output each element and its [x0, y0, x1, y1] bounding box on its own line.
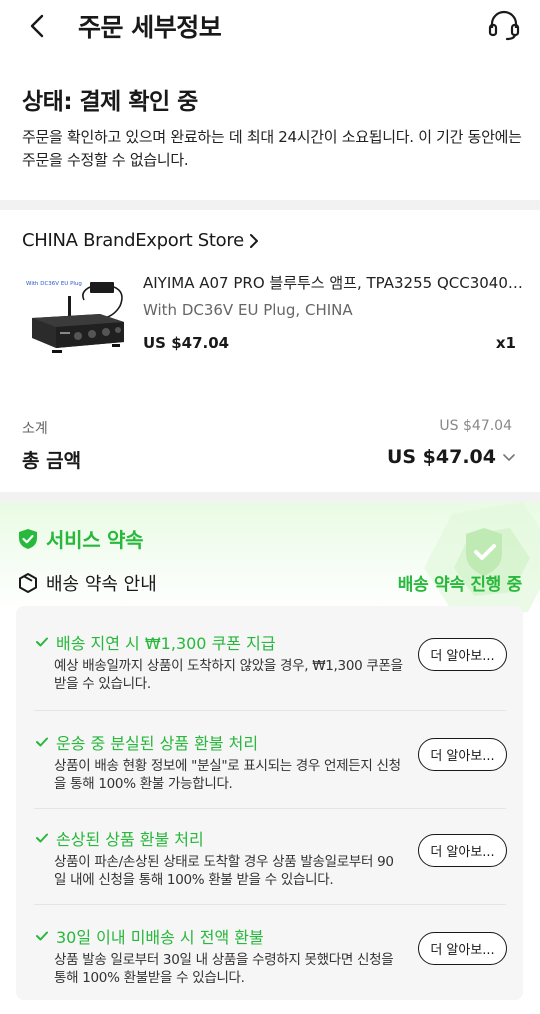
promise-item-description: 상품 발송 일로부터 30일 내 상품을 수령하지 못했다면 신청을 통해 10… [54, 952, 394, 986]
back-arrow-icon[interactable] [26, 12, 50, 40]
learn-more-button[interactable]: 더 알아보... [418, 738, 507, 771]
chevron-down-icon [503, 454, 515, 461]
store-link[interactable]: CHINA BrandExport Store [22, 230, 260, 251]
promise-item-title: 배송 지연 시 ₩1,300 쿠폰 지급 [56, 634, 276, 653]
shipping-promise-title: 배송 약속 안내 [46, 574, 157, 595]
promise-list-card: 배송 지연 시 ₩1,300 쿠폰 지급 예상 배송일까지 상품이 도착하지 않… [16, 606, 523, 1000]
headset-icon[interactable] [487, 8, 521, 42]
top-bar: 주문 세부정보 [0, 0, 540, 52]
thumbnail-caption: With DC36V EU Plug [26, 281, 82, 287]
service-promise-section: 서비스 약속 배송 약속 안내 배송 약속 진행 중 배송 지연 시 ₩1,30… [0, 502, 540, 1014]
service-promise-title: 서비스 약속 [46, 528, 144, 552]
order-status-section: 상태: 결제 확인 중 주문을 확인하고 있으며 완료하는 데 최대 24시간이… [0, 52, 540, 200]
product-variant: With DC36V EU Plug, CHINA [143, 301, 353, 319]
learn-more-button[interactable]: 더 알아보... [418, 932, 507, 965]
box-icon [19, 573, 37, 593]
total-value: US $47.04 [386, 446, 496, 468]
check-icon [36, 637, 48, 647]
learn-more-button[interactable]: 더 알아보... [418, 638, 507, 671]
page-title: 주문 세부정보 [78, 13, 222, 42]
chevron-right-icon [249, 233, 258, 248]
check-icon [36, 931, 48, 941]
subtotal-label: 소계 [22, 421, 48, 437]
product-thumbnail[interactable]: With DC36V EU Plug [22, 272, 130, 368]
status-title: 상태: 결제 확인 중 [22, 89, 198, 115]
store-name: CHINA BrandExport Store [22, 230, 244, 251]
check-icon [36, 833, 48, 843]
check-icon [36, 737, 48, 747]
shipping-promise-header: 배송 약속 안내 [18, 570, 157, 596]
divider [34, 904, 506, 905]
promise-item-description: 상품이 파손/손상된 상태로 도착할 경우 상품 발송일로부터 90일 내에 신… [54, 854, 394, 888]
promise-item-description: 예상 배송일까지 상품이 도착하지 않았을 경우, ₩1,300 쿠폰을 받을 … [54, 658, 403, 692]
product-name[interactable]: AIYIMA A07 PRO 블루투스 앰프, TPA3255 QCC3040 … [143, 272, 523, 293]
promise-item-title: 손상된 상품 환불 처리 [56, 830, 204, 849]
order-section: CHINA BrandExport Store With DC36V EU Pl… [0, 210, 540, 492]
shield-check-icon [19, 528, 37, 549]
learn-more-button[interactable]: 더 알아보... [418, 834, 507, 867]
product-price: US $47.04 [143, 334, 230, 352]
divider [34, 808, 506, 809]
subtotal-value: US $47.04 [439, 418, 512, 434]
promise-item-description: 상품이 배송 현황 정보에 "분실"로 표시되는 경우 언제든지 신청을 통해 … [54, 758, 401, 792]
total-amount-toggle[interactable]: US $47.04 [387, 446, 516, 468]
shipping-promise-status: 배송 약속 진행 중 [397, 575, 523, 595]
promise-item-title: 운송 중 분실된 상품 환불 처리 [56, 734, 259, 753]
service-promise-header: 서비스 약속 [18, 524, 143, 553]
product-quantity: x1 [495, 334, 516, 352]
total-label: 총 금액 [22, 450, 82, 472]
divider [34, 710, 506, 711]
promise-item-title: 30일 이내 미배송 시 전액 환불 [56, 928, 264, 947]
status-description: 주문을 확인하고 있으며 완료하는 데 최대 24시간이 소요됩니다. 이 기간… [22, 128, 522, 169]
